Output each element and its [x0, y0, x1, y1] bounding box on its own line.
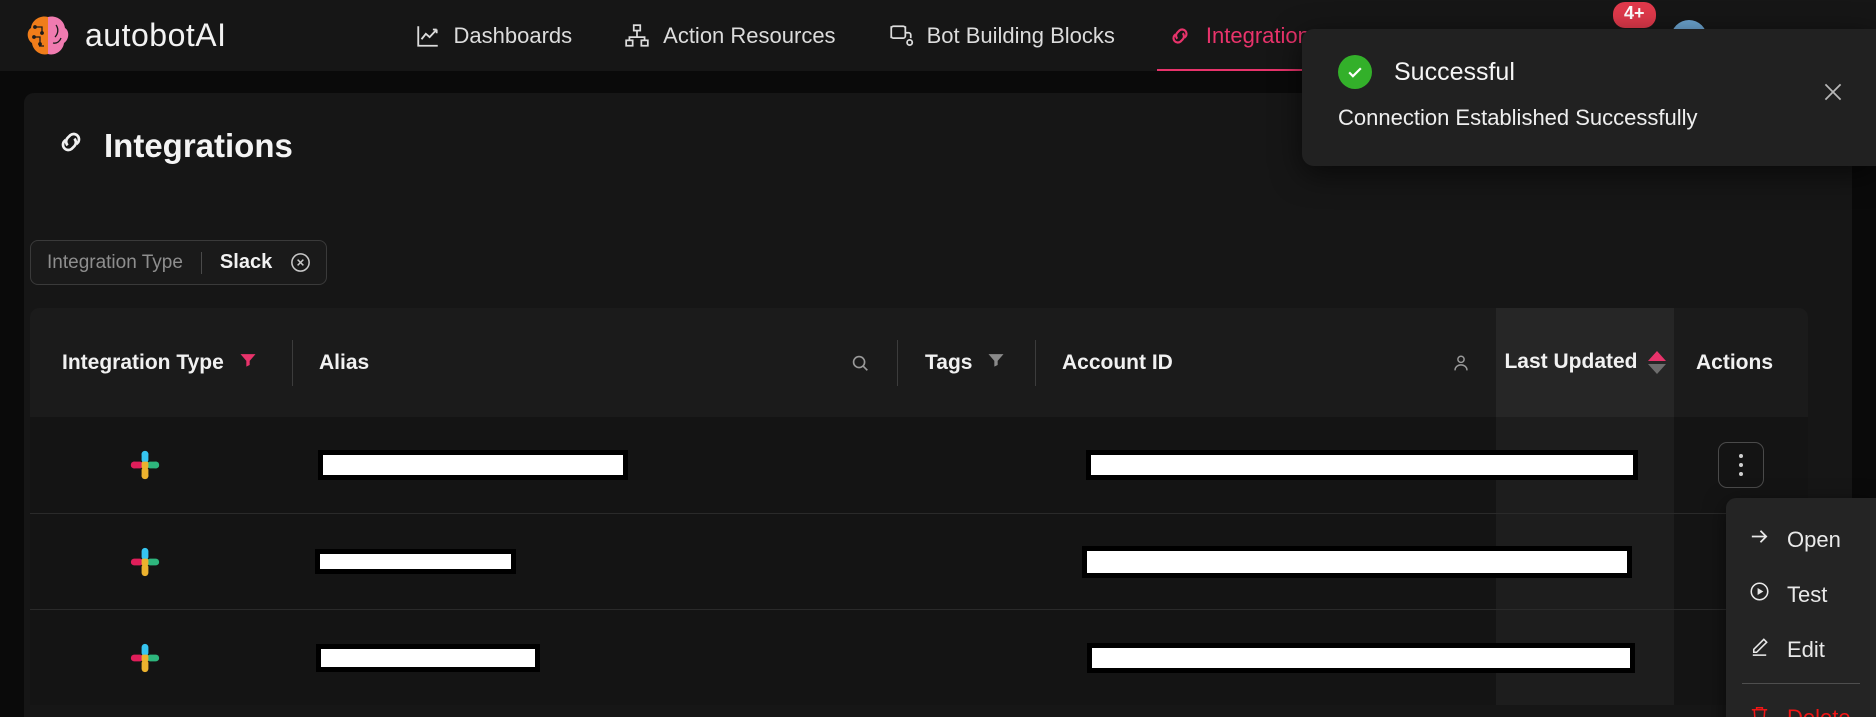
slack-icon — [130, 643, 160, 672]
nav-label: Dashboards — [453, 22, 573, 48]
column-label: Last Updated — [1504, 350, 1638, 374]
nav-label: Bot Building Blocks — [926, 22, 1115, 48]
column-header-last-updated[interactable]: Last Updated — [1496, 308, 1674, 417]
column-header-account-id[interactable]: Account ID — [1036, 308, 1450, 417]
brand-name: autobotAI — [85, 17, 227, 53]
cell-integration-type — [30, 545, 292, 579]
table-header-row: Integration Type Alias Tags Account ID L… — [30, 308, 1808, 417]
circle-x-icon[interactable] — [289, 251, 312, 274]
play-circle-icon — [1748, 580, 1771, 609]
nav-item-bot-building-blocks[interactable]: Bot Building Blocks — [862, 0, 1141, 71]
menu-item-test[interactable]: Test — [1726, 567, 1876, 622]
table-row[interactable] — [30, 417, 1808, 513]
link-chain-icon — [55, 126, 87, 166]
sort-arrows-icon[interactable] — [1647, 351, 1666, 374]
filter-funnel-icon[interactable] — [986, 350, 1006, 376]
nav-item-dashboards[interactable]: Dashboards — [389, 0, 599, 71]
cell-account-id — [1082, 642, 1635, 673]
integrations-table: Integration Type Alias Tags Account ID L… — [30, 308, 1808, 705]
table-body — [30, 417, 1808, 705]
cell-account-id — [1082, 450, 1638, 480]
column-header-tags[interactable]: Tags — [898, 308, 1035, 417]
table-row[interactable] — [30, 609, 1808, 705]
filter-chip-key: Integration Type — [47, 251, 183, 273]
table-search-button[interactable] — [849, 308, 897, 417]
nav-label: Action Resources — [663, 22, 836, 48]
menu-item-label: Delete — [1787, 704, 1851, 717]
cell-actions — [1674, 442, 1808, 488]
column-header-actions: Actions — [1674, 308, 1808, 417]
column-label: Integration Type — [62, 350, 224, 374]
chip-divider — [200, 251, 202, 274]
brain-logo-icon — [25, 13, 71, 59]
integrations-page: autobotAI Dashboards Action Resources Bo… — [0, 0, 1876, 717]
redacted-account-value — [1082, 545, 1632, 578]
cell-alias — [292, 450, 945, 480]
search-icon — [852, 355, 868, 371]
nav-item-action-resources[interactable]: Action Resources — [598, 0, 861, 71]
cell-alias — [292, 549, 945, 574]
toast-title: Successful — [1394, 57, 1515, 86]
pencil-icon — [1748, 635, 1771, 664]
bot-blocks-icon — [888, 23, 914, 49]
menu-item-edit[interactable]: Edit — [1726, 622, 1876, 677]
sort-descending-arrow — [1647, 364, 1666, 374]
redacted-alias-value — [315, 549, 516, 574]
chart-line-icon — [415, 23, 441, 49]
row-action-menu: Open Test Edit Delete — [1726, 498, 1876, 717]
active-filter-chip[interactable]: Integration Type Slack — [30, 240, 328, 285]
menu-item-label: Test — [1787, 581, 1828, 607]
redacted-account-value — [1086, 450, 1638, 480]
sitemap-icon — [624, 23, 650, 49]
redacted-account-value — [1087, 642, 1635, 673]
cell-integration-type — [30, 641, 292, 675]
column-label: Tags — [925, 350, 973, 374]
brand[interactable]: autobotAI — [25, 13, 227, 59]
notification-badge[interactable]: 4+ — [1613, 2, 1656, 28]
menu-separator — [1742, 683, 1860, 684]
toast-header: Successful — [1302, 29, 1876, 89]
table-row[interactable] — [30, 513, 1808, 610]
page-title-text: Integrations — [104, 127, 293, 164]
column-label: Actions — [1696, 350, 1774, 374]
menu-item-label: Edit — [1787, 636, 1825, 662]
nav-items: Dashboards Action Resources Bot Building… — [389, 0, 1347, 71]
column-header-integration-type[interactable]: Integration Type — [30, 308, 292, 417]
slack-icon — [130, 450, 160, 480]
column-label: Alias — [319, 350, 370, 374]
redacted-alias-value — [316, 643, 540, 672]
filter-chip-value: Slack — [219, 251, 273, 273]
column-header-alias[interactable]: Alias — [293, 308, 849, 417]
arrow-right-icon — [1748, 525, 1771, 554]
cell-account-id — [1082, 545, 1632, 578]
menu-item-delete[interactable]: Delete — [1726, 690, 1876, 717]
check-circle-icon — [1338, 55, 1372, 89]
person-icon — [1454, 354, 1468, 370]
menu-item-label: Open — [1787, 526, 1841, 552]
cell-alias — [292, 643, 945, 672]
column-label: Account ID — [1062, 350, 1173, 374]
filter-funnel-icon-active[interactable] — [238, 350, 258, 376]
success-toast: Successful Connection Established Succes… — [1302, 29, 1876, 166]
account-owner-icon-button[interactable] — [1450, 308, 1496, 417]
cell-integration-type — [30, 448, 292, 482]
slack-icon — [130, 547, 160, 576]
trash-icon — [1748, 703, 1771, 717]
link-chain-icon — [1167, 23, 1193, 49]
redacted-alias-value — [318, 450, 628, 480]
close-x-icon[interactable] — [1820, 79, 1846, 105]
sort-ascending-arrow — [1647, 351, 1666, 361]
menu-item-open[interactable]: Open — [1726, 512, 1876, 567]
kebab-menu-icon[interactable] — [1718, 442, 1764, 488]
toast-message: Connection Established Successfully — [1338, 105, 1698, 130]
